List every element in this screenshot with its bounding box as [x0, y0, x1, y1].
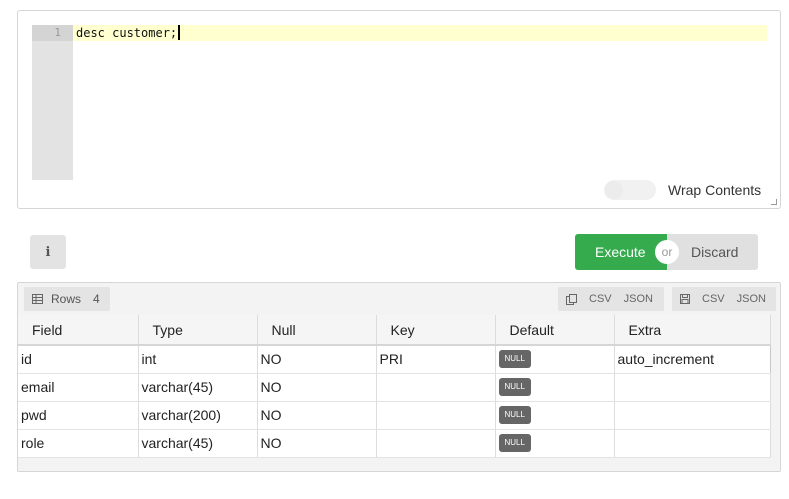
copy-export-group: CSV JSON [558, 287, 664, 311]
cell-field[interactable]: email [18, 373, 139, 402]
cell-extra[interactable] [614, 429, 771, 458]
cell-type[interactable]: varchar(200) [138, 401, 258, 430]
table-icon [32, 294, 43, 304]
rows-count: 4 [93, 292, 100, 306]
cell-key[interactable] [376, 429, 496, 458]
cell-key[interactable] [376, 401, 496, 430]
rows-count-chip: Rows 4 [24, 287, 110, 311]
cell-null[interactable]: NO [257, 373, 377, 402]
null-badge: NULL [498, 350, 531, 369]
results-table: Field Type Null Key Default Extra id int… [18, 315, 771, 458]
info-button[interactable]: i [30, 235, 66, 269]
results-panel: Rows 4 CSV JSON CSV JSON Field Type Null… [17, 282, 781, 472]
wrap-contents-label: Wrap Contents [668, 182, 762, 198]
copy-json-button[interactable]: JSON [624, 293, 653, 305]
column-header-null[interactable]: Null [257, 315, 377, 346]
table-row[interactable]: email varchar(45) NO NULL [18, 373, 771, 402]
cell-default[interactable]: NULL [495, 345, 615, 374]
rows-label: Rows [51, 292, 82, 306]
cell-null[interactable]: NO [257, 401, 377, 430]
cell-key[interactable]: PRI [376, 345, 496, 374]
results-toolbar: Rows 4 CSV JSON CSV JSON [18, 283, 780, 315]
cell-default[interactable]: NULL [495, 373, 615, 402]
cell-type[interactable]: varchar(45) [138, 373, 258, 402]
save-icon[interactable] [680, 294, 690, 304]
cell-default[interactable]: NULL [495, 429, 615, 458]
line-number-gutter: 1 [32, 25, 73, 180]
cell-type[interactable]: int [138, 345, 258, 374]
cell-field[interactable]: id [18, 345, 139, 374]
column-header-extra[interactable]: Extra [614, 315, 771, 346]
cell-field[interactable]: pwd [18, 401, 139, 430]
cell-null[interactable]: NO [257, 429, 377, 458]
null-badge: NULL [498, 406, 531, 425]
discard-button[interactable]: Discard [667, 234, 758, 270]
or-separator: or [655, 240, 679, 264]
cell-field[interactable]: role [18, 429, 139, 458]
save-export-group: CSV JSON [672, 287, 776, 311]
sql-editor[interactable]: 1 desc customer; Wrap Contents [17, 10, 781, 209]
column-header-default[interactable]: Default [495, 315, 615, 346]
cell-extra[interactable]: auto_increment [614, 345, 771, 374]
cell-extra[interactable] [614, 373, 771, 402]
wrap-contents-toggle[interactable] [604, 180, 656, 200]
null-badge: NULL [498, 434, 531, 453]
code-text[interactable]: desc customer; [76, 26, 177, 40]
null-badge: NULL [498, 378, 531, 397]
line-number: 1 [32, 25, 73, 41]
copy-csv-button[interactable]: CSV [589, 293, 612, 305]
column-header-type[interactable]: Type [138, 315, 258, 346]
info-icon: i [45, 244, 51, 260]
discard-label: Discard [691, 244, 739, 260]
text-cursor [178, 25, 181, 40]
header-row: Field Type Null Key Default Extra [18, 315, 771, 346]
cell-default[interactable]: NULL [495, 401, 615, 430]
cell-null[interactable]: NO [257, 345, 377, 374]
column-header-key[interactable]: Key [376, 315, 496, 346]
table-row[interactable]: role varchar(45) NO NULL [18, 429, 771, 458]
execute-button[interactable]: Execute [575, 234, 667, 270]
cell-extra[interactable] [614, 401, 771, 430]
column-header-field[interactable]: Field [18, 315, 139, 346]
cell-type[interactable]: varchar(45) [138, 429, 258, 458]
table-row[interactable]: id int NO PRI NULL auto_increment [18, 345, 771, 374]
save-json-button[interactable]: JSON [737, 293, 766, 305]
table-row[interactable]: pwd varchar(200) NO NULL [18, 401, 771, 430]
cell-key[interactable] [376, 373, 496, 402]
copy-icon[interactable] [566, 293, 577, 305]
resize-handle-icon[interactable] [771, 199, 777, 205]
code-line[interactable]: desc customer; [76, 25, 181, 41]
save-csv-button[interactable]: CSV [702, 293, 725, 305]
